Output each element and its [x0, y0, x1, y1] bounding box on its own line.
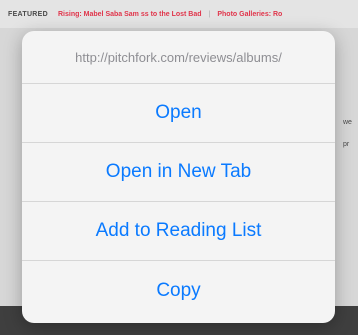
- link-url-header: http://pitchfork.com/reviews/albums/: [22, 31, 335, 84]
- featured-bar: FEATURED Rising: Mabel Saba Sam ss to th…: [0, 0, 358, 28]
- featured-link-photo-galleries[interactable]: Photo Galleries: Ro: [217, 11, 282, 18]
- background-text-fragment: pr: [343, 141, 350, 148]
- featured-link-rising[interactable]: Rising: Mabel Saba Sam ss to the Lost Ba…: [58, 11, 202, 18]
- add-to-reading-list-button[interactable]: Add to Reading List: [22, 202, 335, 261]
- open-button[interactable]: Open: [22, 84, 335, 143]
- copy-button[interactable]: Copy: [22, 261, 335, 320]
- link-action-sheet: http://pitchfork.com/reviews/albums/ Ope…: [22, 31, 335, 323]
- featured-label: FEATURED: [8, 10, 48, 18]
- background-text-fragment: we: [343, 119, 352, 126]
- featured-separator: |: [208, 10, 211, 18]
- open-in-new-tab-button[interactable]: Open in New Tab: [22, 143, 335, 202]
